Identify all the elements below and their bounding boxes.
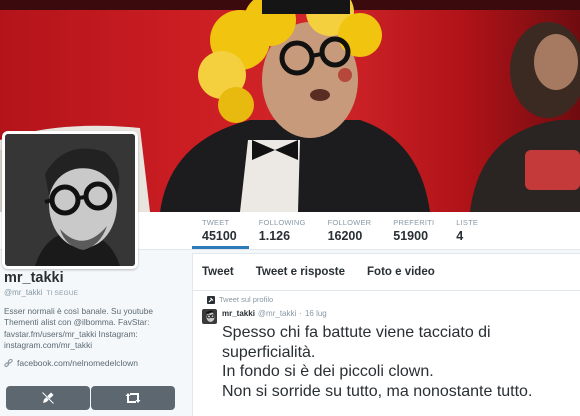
follows-you-badge: TI SEGUE xyxy=(46,290,79,297)
tweet-text-line: Non si sorride su tutto, ma nonostante t… xyxy=(222,382,533,400)
tweet-text-line: superficialità. xyxy=(222,343,316,361)
tweet-author-handle[interactable]: @mr_takki xyxy=(258,309,296,318)
tweet-separator: · xyxy=(299,309,302,318)
stat-label: PREFERITI xyxy=(393,218,435,227)
tab-photos-and-videos[interactable]: Foto e video xyxy=(367,266,435,278)
pinned-tweet-label-row: Tweet sul profilo xyxy=(207,295,273,304)
stats-nav: TWEET 45100 FOLLOWING 1.126 FOLLOWER 162… xyxy=(192,212,490,249)
retweet-button[interactable] xyxy=(91,386,175,410)
tweet-avatar-image xyxy=(202,309,217,324)
tab-tweets[interactable]: Tweet xyxy=(202,266,234,278)
profile-screen-name-row: @mr_takki TI SEGUE xyxy=(4,288,184,297)
tweet-text-line: Spesso chi fa battute viene tacciato di xyxy=(222,324,491,341)
compose-icon xyxy=(41,391,55,405)
bio-line: Thementi alist con @ilbomma. FavStar: xyxy=(4,317,150,328)
bio-line: favstar.fm/users/mr_takki Instagram: xyxy=(4,328,138,339)
pinned-tweet-label: Tweet sul profilo xyxy=(219,295,274,304)
compose-button[interactable] xyxy=(6,386,90,410)
profile-website-row: facebook.com/nelnomedelclown xyxy=(4,358,184,368)
timeline-tabs: Tweet Tweet e risposte Foto e video xyxy=(193,254,580,291)
stat-lists[interactable]: LISTE 4 xyxy=(446,212,490,249)
tweet-text: Spesso chi fa battute viene tacciato di … xyxy=(222,323,578,401)
link-icon xyxy=(4,358,13,367)
timeline-panel: Tweet Tweet e risposte Foto e video Twee… xyxy=(192,253,580,416)
profile-bio: Esser normali è così banale. Su youtube … xyxy=(4,306,184,351)
tweet-avatar[interactable] xyxy=(202,309,217,324)
stat-label: LISTE xyxy=(456,218,479,227)
stat-label: TWEET xyxy=(202,218,230,227)
stat-value: 45100 xyxy=(202,229,237,243)
stat-value: 1.126 xyxy=(258,229,291,243)
pin-icon xyxy=(207,295,215,304)
profile-website-link[interactable]: facebook.com/nelnomedelclown xyxy=(17,358,138,368)
tweet-text-line: In fondo si è dei piccoli clown. xyxy=(222,363,434,380)
stat-value: 4 xyxy=(456,229,464,243)
stat-tweets[interactable]: TWEET 45100 xyxy=(192,212,249,249)
stat-following[interactable]: FOLLOWING 1.126 xyxy=(249,212,318,249)
avatar-photo xyxy=(5,134,135,266)
profile-card: mr_takki @mr_takki TI SEGUE Esser normali… xyxy=(4,270,184,368)
profile-screen-name[interactable]: @mr_takki xyxy=(4,288,42,297)
tab-tweets-and-replies[interactable]: Tweet e risposte xyxy=(256,266,345,278)
profile-name[interactable]: mr_takki xyxy=(4,270,184,286)
stat-value: 51900 xyxy=(393,229,429,243)
tweet-author-name[interactable]: mr_takki xyxy=(222,309,255,318)
tweet-header: mr_takki @mr_takki · 16 lug xyxy=(222,309,327,318)
bio-line: instagram.com/mr_takki xyxy=(4,339,93,350)
stat-favorites[interactable]: PREFERITI 51900 xyxy=(383,212,446,249)
tweet-date[interactable]: 16 lug xyxy=(305,309,327,318)
stat-label: FOLLOWING xyxy=(258,218,306,227)
profile-avatar[interactable] xyxy=(2,131,138,269)
stat-value: 16200 xyxy=(327,229,363,243)
bio-line: Esser normali è così banale. Su youtube xyxy=(4,306,153,316)
retweet-icon xyxy=(125,393,141,403)
stat-followers[interactable]: FOLLOWER 16200 xyxy=(318,212,384,249)
stat-label: FOLLOWER xyxy=(327,218,372,227)
